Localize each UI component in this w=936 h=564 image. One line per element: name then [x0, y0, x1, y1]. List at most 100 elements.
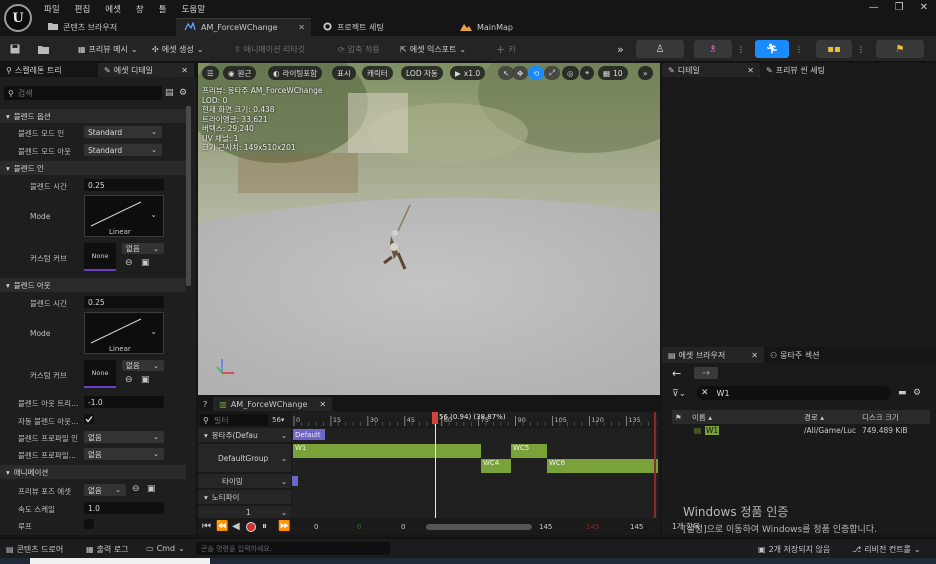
- folder-open-icon[interactable]: ▬: [898, 388, 907, 398]
- blend-in-time-field[interactable]: 0.25: [84, 179, 164, 191]
- tab-montage-sections[interactable]: ⚇ 몽타주 섹션: [764, 347, 860, 363]
- taskbar-item[interactable]: [30, 558, 210, 564]
- filter-icon[interactable]: ⊽⌄: [672, 389, 686, 399]
- category-animation[interactable]: ▾ 애니메이션: [0, 465, 186, 479]
- unreal-logo-icon[interactable]: U: [4, 4, 32, 32]
- menu-tools[interactable]: 툴: [159, 3, 167, 15]
- menu-edit[interactable]: 편집: [75, 3, 91, 15]
- view-end-value[interactable]: 145: [539, 523, 552, 531]
- more-options-icon-2[interactable]: ⋮: [795, 41, 803, 57]
- timeline-track-area[interactable]: [292, 428, 658, 518]
- column-path[interactable]: 경로 ▴: [804, 412, 824, 423]
- grid-snap-button[interactable]: ▦ 10: [598, 66, 628, 80]
- preview-mesh-button[interactable]: ▦ 프리뷰 메시 ⌄: [78, 41, 138, 57]
- use-selected-icon[interactable]: ⊖: [125, 258, 133, 268]
- segment-wc5[interactable]: WC5: [511, 444, 547, 458]
- minimize-icon[interactable]: —: [869, 2, 879, 13]
- export-asset-button[interactable]: ⇱ 에셋 익스포트 ⌄: [400, 41, 466, 57]
- blend-in-curve-thumbnail[interactable]: None: [84, 243, 116, 271]
- console-input[interactable]: 콘솔 명령을 입력하세요.: [196, 542, 390, 555]
- dropdown-icon[interactable]: ⌄: [281, 431, 287, 440]
- track-notifies[interactable]: ▾ 노티파이: [198, 490, 291, 504]
- tab-content-browser[interactable]: 콘텐츠 브라우저: [40, 18, 175, 36]
- content-drawer-button[interactable]: ▤ 콘텐츠 드로어: [6, 544, 63, 555]
- blend-in-mode-curve[interactable]: ⌄ Linear: [84, 195, 164, 237]
- surface-snap-icon[interactable]: ⌖: [580, 66, 595, 80]
- physics-mode-button[interactable]: ⚑: [876, 40, 924, 58]
- forward-arrow-icon[interactable]: →: [694, 367, 718, 379]
- lod-auto-button[interactable]: LOD 자동: [401, 66, 443, 80]
- range-start-value[interactable]: 0: [314, 523, 318, 531]
- preview-pose-select[interactable]: 없음 ⌄: [84, 484, 126, 496]
- section-default[interactable]: Default: [293, 429, 325, 440]
- help-icon[interactable]: ?: [203, 400, 207, 409]
- segment-wc6[interactable]: WC6: [547, 459, 658, 473]
- track-timing[interactable]: 타이밍 ⌄: [198, 474, 291, 488]
- pause-icon[interactable]: ⏸: [262, 521, 267, 532]
- category-blend-in[interactable]: ▾ 블렌드 인: [0, 161, 186, 175]
- overflow-chevron-icon[interactable]: »: [617, 41, 624, 57]
- dropdown-icon[interactable]: ⌄: [281, 508, 287, 517]
- blend-in-curve-select[interactable]: 없음 ⌄: [122, 243, 164, 254]
- add-key-button[interactable]: + 키: [496, 41, 516, 57]
- tab-montage[interactable]: ▥ AM_ForceWChange ✕: [213, 397, 333, 411]
- viewport-overflow-icon[interactable]: »: [638, 66, 653, 80]
- tab-details[interactable]: ✎ 디테일 ✕: [662, 63, 760, 77]
- back-arrow-icon[interactable]: ←: [672, 367, 681, 380]
- view-options-icon[interactable]: ▤: [165, 88, 174, 98]
- segment-wc4[interactable]: WC4: [481, 459, 511, 473]
- column-name[interactable]: 이름 ▴: [692, 412, 712, 423]
- blueprint-mode-button[interactable]: ▪︎▪︎: [816, 40, 852, 58]
- viewport-menu-button[interactable]: ☰: [202, 66, 219, 80]
- playback-speed-button[interactable]: ▶ x1.0: [450, 66, 486, 80]
- blend-out-trigger-field[interactable]: -1.0: [84, 396, 164, 408]
- track-notify-1[interactable]: 1 ⌄: [198, 506, 291, 518]
- tab-project-settings[interactable]: 프로젝트 세팅: [315, 18, 445, 36]
- apply-compression-button[interactable]: ⟳ 압축 적용: [338, 41, 380, 57]
- tab-montage-editor[interactable]: AM_ForceWChange ✕: [176, 18, 311, 36]
- more-options-icon[interactable]: ⋮: [737, 41, 745, 57]
- use-selected-icon[interactable]: ⊖: [132, 484, 140, 494]
- clear-search-icon[interactable]: ✕: [701, 388, 709, 398]
- blend-out-curve-thumbnail[interactable]: None: [84, 360, 116, 388]
- tab-preview-scene-settings[interactable]: ✎ 프리뷰 씬 세팅: [760, 63, 870, 77]
- range-out-value[interactable]: 145: [586, 523, 599, 531]
- blend-profile-in-select[interactable]: 없음 ⌄: [84, 431, 164, 443]
- step-forward-icon[interactable]: ⏩: [278, 521, 290, 532]
- anim-retarget-button[interactable]: ⇪ 애니메이션 리타깃: [234, 41, 305, 57]
- column-size[interactable]: 디스크 크기: [862, 412, 899, 423]
- animation-mode-button[interactable]: 🏃︎: [755, 40, 789, 58]
- create-asset-button[interactable]: ✣ 에셋 생성 ⌄: [152, 41, 203, 57]
- track-filter-input[interactable]: ⚲ 필터: [200, 414, 268, 426]
- close-icon[interactable]: ✕: [920, 2, 928, 13]
- browse-asset-icon[interactable]: ▣: [141, 258, 150, 268]
- blend-out-curve-select[interactable]: 없음 ⌄: [122, 360, 164, 371]
- browse-asset-icon[interactable]: ▣: [147, 484, 156, 494]
- dropdown-icon[interactable]: ⌄: [281, 477, 287, 486]
- character-button[interactable]: 캐릭터: [362, 66, 393, 80]
- translate-mode-icon[interactable]: ✥: [512, 66, 529, 80]
- perspective-button[interactable]: ◉ 원근: [223, 66, 257, 80]
- menu-file[interactable]: 파일: [44, 3, 60, 15]
- asset-settings-gear-icon[interactable]: ⚙: [913, 388, 921, 398]
- loop-checkbox[interactable]: [84, 519, 94, 529]
- settings-gear-icon[interactable]: ⚙: [179, 88, 187, 98]
- close-tab-icon[interactable]: ✕: [298, 23, 305, 32]
- save-icon[interactable]: [10, 41, 20, 57]
- tab-main-map[interactable]: MainMap: [452, 18, 582, 36]
- blend-profile-out-select[interactable]: 없음 ⌄: [84, 448, 164, 460]
- blend-out-time-field[interactable]: 0.25: [84, 296, 164, 308]
- browse-asset-icon[interactable]: ▣: [141, 375, 150, 385]
- record-icon[interactable]: [246, 522, 256, 532]
- close-panel-icon[interactable]: ✕: [751, 351, 758, 360]
- cmd-select[interactable]: ▭ Cmd ⌄: [146, 544, 185, 553]
- category-blend-options[interactable]: ▾ 블렌드 옵션: [0, 109, 186, 123]
- browse-icon[interactable]: [38, 41, 49, 57]
- menu-window[interactable]: 창: [136, 3, 144, 15]
- world-local-icon[interactable]: ◎: [562, 66, 579, 80]
- mesh-mode-button[interactable]: ♗: [694, 40, 732, 58]
- menu-asset[interactable]: 에셋: [105, 3, 121, 15]
- timing-marker[interactable]: [292, 476, 298, 486]
- step-back-icon[interactable]: ⏪: [216, 521, 228, 532]
- auto-blend-out-checkbox[interactable]: [84, 414, 94, 424]
